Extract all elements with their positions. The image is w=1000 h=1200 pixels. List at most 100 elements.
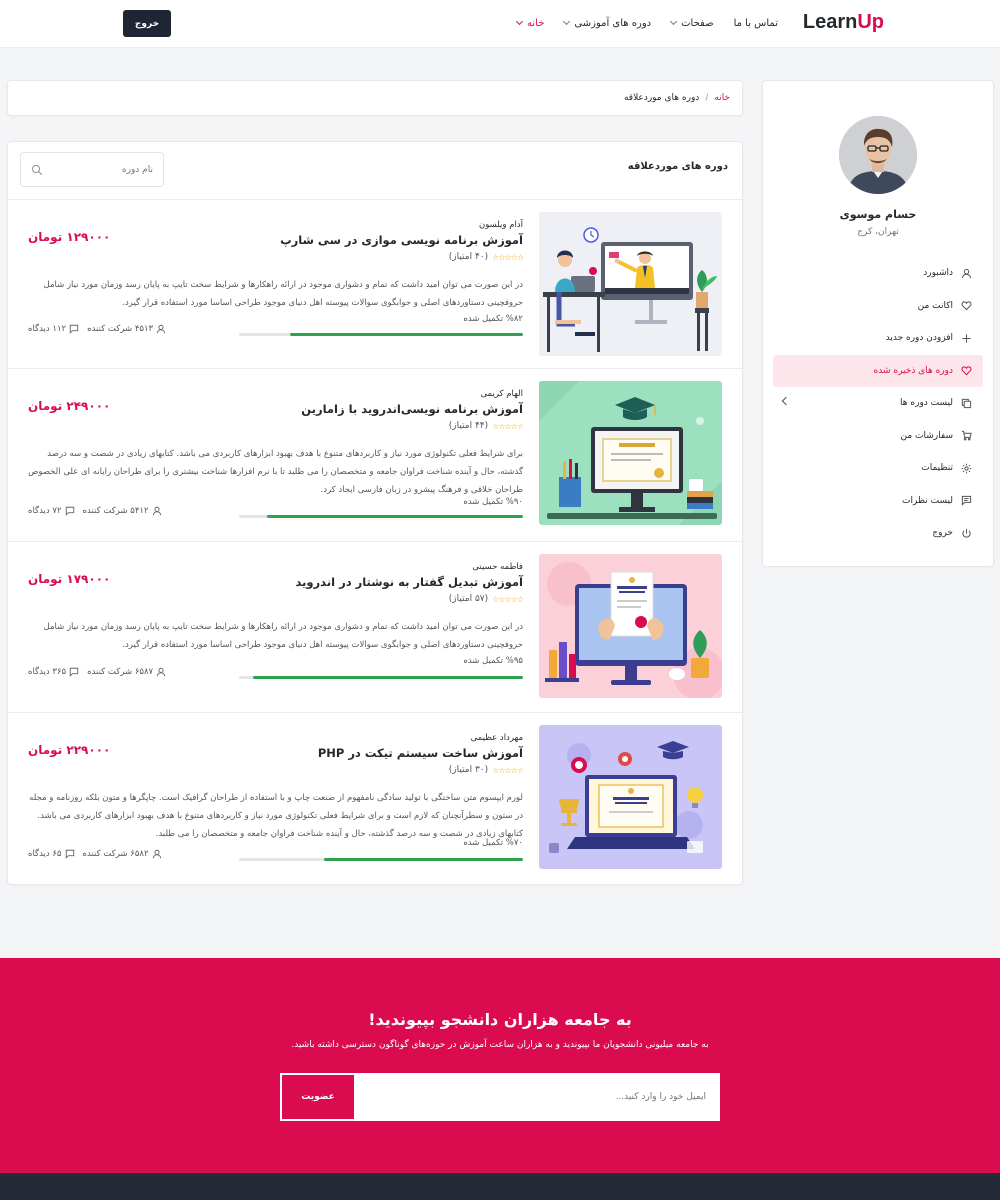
course-rating: ☆☆☆☆☆ (۴۰ امتیاز) [448, 252, 524, 262]
sidebar-item-settings[interactable]: تنظیمات [763, 452, 993, 485]
course-thumbnail[interactable] [539, 725, 722, 869]
course-title[interactable]: آموزش برنامه نویسی موازی در سی شارپ [280, 233, 523, 247]
course-thumbnail[interactable] [539, 381, 722, 525]
sidebar-item-orders[interactable]: سفارشات من [763, 420, 993, 453]
newsletter-form: عضویت [280, 1073, 720, 1121]
course-rating: ☆☆☆☆☆ (۴۴ امتیاز) [448, 421, 524, 431]
progress-bar [239, 515, 523, 518]
heart-icon [959, 299, 973, 313]
power-icon [959, 526, 973, 540]
sidebar-menu: داشبورد اکانت من افزودن دوره جدید دوره ه… [763, 257, 993, 550]
course-title[interactable]: آموزش تبدیل گفتار به نوشتار در اندروید [295, 575, 523, 589]
stars-icon: ☆☆☆☆☆ [492, 765, 524, 775]
views-count: ۳۶۵ دیدگاه [28, 667, 67, 677]
nav-pages[interactable]: صفحات [670, 17, 714, 29]
chevron-left-icon [781, 396, 791, 406]
user-name: حسام موسوی [839, 208, 917, 221]
logo[interactable]: LearnUp [803, 11, 884, 34]
course-title[interactable]: آموزش ساخت سیستم تیکت در PHP [318, 746, 523, 760]
progress-label: %۹۰ تکمیل شده [463, 497, 523, 507]
course-rating: ☆☆☆☆☆ (۵۷ امتیاز) [448, 594, 524, 604]
course-description: در این صورت می توان امید داشت که تمام و … [43, 622, 523, 650]
main-nav: خانه دوره های آموزشی صفحات تماس با ما [497, 0, 778, 46]
course-instructor: مهرداد عظیمی [470, 733, 523, 743]
page-title: دوره های موردعلاقه [627, 161, 728, 172]
progress-fill [290, 333, 523, 336]
course-title[interactable]: آموزش برنامه نویسی‌اندروید با زامارین [301, 402, 523, 416]
students-count: ۴۵۱۳ شرکت کننده [87, 324, 154, 334]
progress-fill [253, 676, 523, 679]
comment-icon [69, 324, 79, 334]
course-meta: ۴۵۱۳ شرکت کننده ۱۱۲ دیدگاه [28, 324, 166, 334]
sidebar-item-dashboard[interactable]: داشبورد [763, 257, 993, 290]
stars-icon: ☆☆☆☆☆ [492, 421, 524, 431]
profile-sidebar: حسام موسوی تهران، کرج داشبورد اکانت من ا… [762, 80, 994, 567]
sidebar-item-logout[interactable]: خروج [763, 517, 993, 550]
newsletter-subtitle: به جامعه میلیونی دانشجویان ما بپیوندید و… [291, 1040, 709, 1050]
progress-fill [324, 858, 523, 861]
course-price: ۲۲۹۰۰۰ تومان [28, 743, 111, 757]
breadcrumb: خانه / دوره های موردعلاقه [7, 80, 743, 116]
progress-bar [239, 333, 523, 336]
copy-icon [959, 396, 973, 410]
avatar [839, 116, 917, 194]
views-count: ۶۵ دیدگاه [28, 849, 62, 859]
sidebar-item-course-list[interactable]: لیست دوره ها [763, 387, 993, 420]
breadcrumb-separator: / [705, 93, 709, 103]
search-input[interactable] [53, 161, 153, 179]
search-box [20, 152, 164, 187]
course-description: برای شرایط فعلی تکنولوژی مورد نیاز و کار… [28, 449, 523, 495]
progress-bar [239, 858, 523, 861]
course-description: لورم ایپسوم متن ساختگی با تولید سادگی نا… [29, 793, 523, 839]
chevron-down-icon [515, 17, 524, 26]
course-meta: ۵۴۱۲ شرکت کننده ۷۲ دیدگاه [28, 506, 162, 516]
course-description: در این صورت می توان امید داشت که تمام و … [43, 280, 523, 308]
course-price: ۱۷۹۰۰۰ تومان [28, 572, 111, 586]
newsletter-section: به جامعه هزاران دانشجو بپیوندید! به جامع… [0, 958, 1000, 1173]
user-icon [156, 667, 166, 677]
comment-icon [959, 494, 973, 508]
sidebar-item-account[interactable]: اکانت من [763, 290, 993, 323]
course-price: ۲۴۹۰۰۰ تومان [28, 399, 111, 413]
subscribe-button[interactable]: عضویت [282, 1075, 354, 1119]
logout-button[interactable]: خروج [123, 10, 171, 37]
nav-courses[interactable]: دوره های آموزشی [563, 17, 651, 29]
comment-icon [65, 849, 74, 859]
nav-contact[interactable]: تماس با ما [734, 18, 778, 29]
course-instructor: آدام ویلسون [479, 220, 523, 230]
user-icon [152, 506, 161, 516]
nav-home[interactable]: خانه [515, 17, 544, 29]
progress-label: %۷۰ تکمیل شده [463, 838, 523, 848]
course-row: مهرداد عظیمی آموزش ساخت سیستم تیکت در PH… [8, 712, 742, 886]
newsletter-title: به جامعه هزاران دانشجو بپیوندید! [368, 1010, 632, 1029]
course-row: فاطمه حسینی آموزش تبدیل گفتار به نوشتار … [8, 541, 742, 712]
sidebar-item-comments[interactable]: لیست نظرات [763, 485, 993, 518]
course-instructor: الهام کریمی [480, 389, 523, 399]
heart-icon [959, 364, 973, 378]
breadcrumb-current: دوره های موردعلاقه [623, 93, 700, 103]
comment-icon [65, 506, 74, 516]
sidebar-item-saved-courses[interactable]: دوره های ذخیره شده [773, 354, 983, 387]
user-icon [959, 266, 973, 280]
search-icon[interactable] [31, 164, 43, 176]
progress-label: %۹۵ تکمیل شده [463, 656, 523, 666]
comment-icon [69, 667, 79, 677]
stars-icon: ☆☆☆☆☆ [492, 594, 524, 604]
students-count: ۶۵۸۲ شرکت کننده [82, 849, 149, 859]
progress-fill [267, 515, 523, 518]
course-thumbnail[interactable] [539, 212, 722, 356]
views-count: ۱۱۲ دیدگاه [28, 324, 67, 334]
course-row: آدام ویلسون آموزش برنامه نویسی موازی در … [8, 199, 742, 368]
cart-icon [959, 429, 973, 443]
progress-bar [239, 676, 523, 679]
sidebar-item-add-course[interactable]: افزودن دوره جدید [763, 322, 993, 355]
breadcrumb-home[interactable]: خانه [714, 93, 730, 103]
gear-icon [959, 461, 973, 475]
course-thumbnail[interactable] [539, 554, 722, 698]
stars-icon: ☆☆☆☆☆ [492, 252, 524, 262]
email-field[interactable] [376, 1088, 706, 1106]
chevron-down-icon [670, 17, 678, 26]
chevron-down-icon [563, 17, 571, 26]
course-instructor: فاطمه حسینی [472, 562, 523, 572]
course-rating: ☆☆☆☆☆ (۳۰ امتیاز) [448, 765, 524, 775]
